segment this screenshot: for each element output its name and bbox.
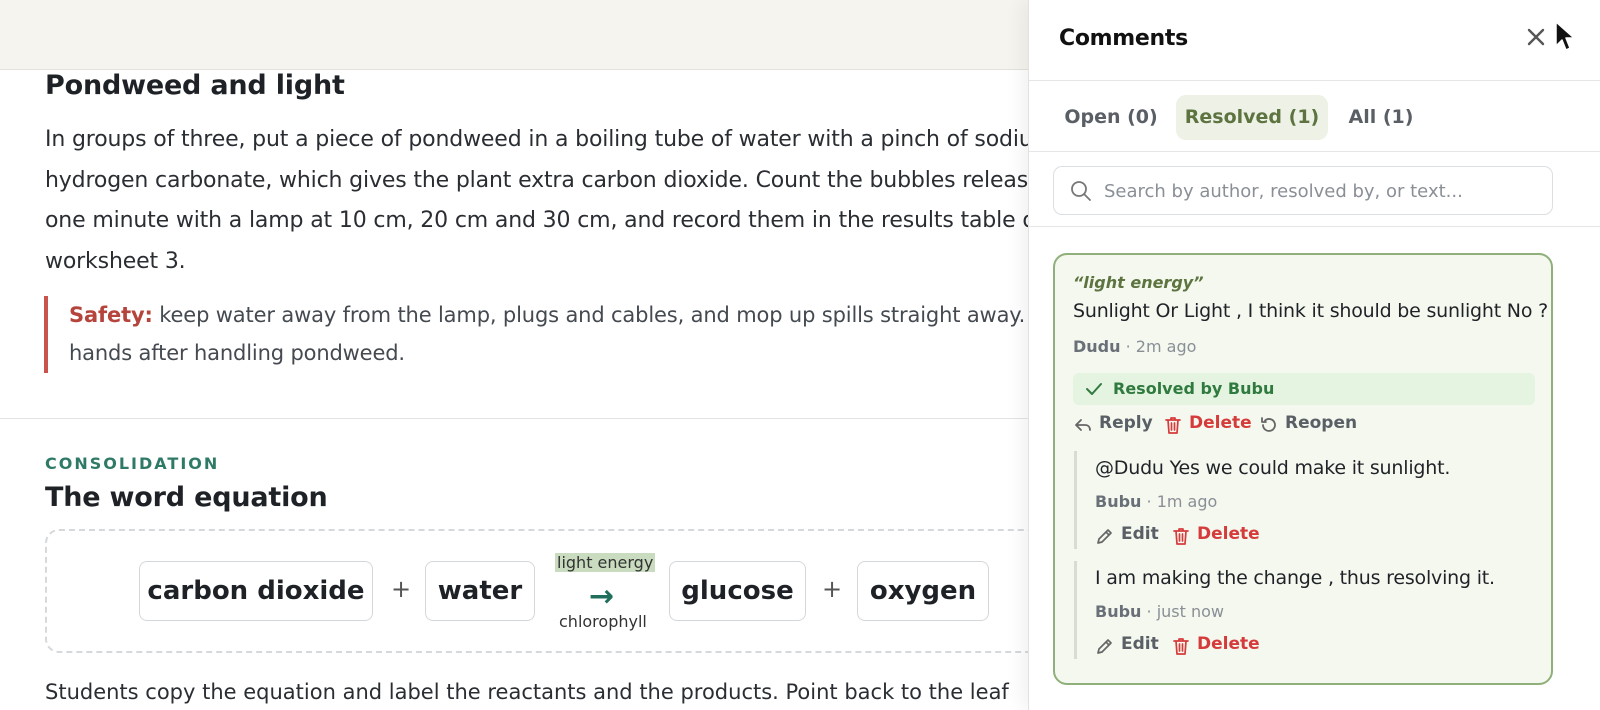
delete-label: Delete: [1189, 413, 1252, 433]
safety-text-line: keep water away from the lamp, plugs and…: [152, 303, 1050, 327]
reopen-button[interactable]: Reopen: [1259, 413, 1357, 437]
paragraph-line: one minute with a lamp at 10 cm, 20 cm a…: [45, 208, 1050, 233]
arrow-icon: →: [589, 579, 615, 614]
equation-plus: +: [391, 575, 412, 603]
delete-label: Delete: [1197, 524, 1260, 544]
resolved-badge: Resolved by Bubu: [1073, 373, 1535, 405]
comment-body: Sunlight Or Light , I think it should be…: [1073, 300, 1548, 322]
delete-button[interactable]: Delete: [1163, 413, 1252, 437]
pencil-icon: [1097, 529, 1112, 544]
safety-text-line: hands after handling pondweed.: [69, 341, 405, 365]
delete-button[interactable]: Delete: [1171, 524, 1260, 548]
comment-time: · 2m ago: [1125, 337, 1197, 356]
reply-body: I am making the change , thus resolving …: [1095, 567, 1495, 589]
section-divider: [0, 418, 1050, 419]
reply-body: @Dudu Yes we could make it sunlight.: [1095, 457, 1451, 479]
tabs-divider: [1029, 151, 1600, 152]
edit-button[interactable]: Edit: [1095, 634, 1161, 658]
close-icon: [1527, 28, 1545, 46]
reply-time: · just now: [1146, 602, 1224, 621]
paragraph-line: hydrogen carbonate, which gives the plan…: [45, 167, 1050, 193]
reply-time: · 1m ago: [1146, 492, 1218, 511]
search-icon: [1071, 181, 1091, 201]
highlighted-light-energy[interactable]: light energy: [555, 553, 656, 572]
equation-term: oxygen: [857, 561, 989, 621]
panel-title: Comments: [1059, 26, 1188, 51]
section-title-word-equation: The word equation: [45, 482, 328, 513]
equation-term: water: [425, 561, 535, 621]
pencil-icon: [1097, 639, 1112, 654]
panel-header-divider: [1029, 80, 1600, 81]
reply-meta: Bubu · just now: [1095, 602, 1224, 621]
arrow-condition-label: chlorophyll: [559, 612, 647, 631]
edit-button[interactable]: Edit: [1095, 524, 1161, 548]
document-content: Pondweed and light In groups of three, p…: [0, 70, 1050, 710]
reply-item: @Dudu Yes we could make it sunlight. Bub…: [1074, 451, 1537, 549]
comment-search: [1053, 166, 1553, 216]
delete-label: Delete: [1197, 634, 1260, 654]
section-title-pondweed: Pondweed and light: [45, 70, 345, 101]
document-toolbar: [0, 0, 1050, 70]
tab-resolved[interactable]: Resolved (1): [1176, 95, 1328, 140]
reply-icon: [1075, 419, 1091, 431]
reply-author: Bubu: [1095, 492, 1142, 511]
equation-plus: +: [822, 575, 843, 603]
trash-icon: [1173, 528, 1189, 545]
tab-all[interactable]: All (1): [1337, 95, 1425, 140]
reopen-icon: [1261, 417, 1276, 432]
close-button[interactable]: [1521, 22, 1551, 52]
equation-arrow: light energy → chlorophyll: [552, 551, 656, 631]
equation-term: glucose: [669, 561, 806, 621]
trash-icon: [1173, 638, 1189, 655]
comment-meta: Dudu · 2m ago: [1073, 337, 1196, 356]
tab-open[interactable]: Open (0): [1055, 95, 1167, 140]
search-divider: [1029, 226, 1600, 227]
paragraph-line: worksheet 3.: [45, 248, 186, 274]
reopen-label: Reopen: [1285, 413, 1358, 433]
instructions-paragraph: In groups of three, put a piece of pondw…: [45, 120, 1050, 282]
equation-term: carbon dioxide: [139, 561, 373, 621]
paragraph-line: In groups of three, put a piece of pondw…: [45, 127, 1050, 152]
delete-button[interactable]: Delete: [1171, 634, 1260, 658]
comments-panel: Comments Open (0) Resolved (1) All (1) “…: [1028, 0, 1600, 710]
reply-item: I am making the change , thus resolving …: [1074, 561, 1537, 659]
trash-icon: [1165, 417, 1181, 434]
safety-label: Safety:: [69, 303, 153, 327]
section-eyebrow: CONSOLIDATION: [45, 454, 220, 473]
edit-label: Edit: [1121, 634, 1159, 654]
resolved-text: Resolved by Bubu: [1113, 379, 1275, 398]
comment-thread[interactable]: “light energy” Sunlight Or Light , I thi…: [1053, 253, 1553, 685]
reply-meta: Bubu · 1m ago: [1095, 492, 1217, 511]
reply-label: Reply: [1099, 413, 1153, 433]
mouse-cursor-icon: [1555, 21, 1575, 51]
comment-author: Dudu: [1073, 337, 1121, 356]
reply-button[interactable]: Reply: [1073, 413, 1153, 437]
word-equation-box: carbon dioxide + water light energy → ch…: [45, 529, 1050, 653]
edit-label: Edit: [1121, 524, 1159, 544]
check-icon: [1086, 383, 1102, 395]
safety-callout: Safety: keep water away from the lamp, p…: [44, 296, 1050, 373]
search-input[interactable]: [1102, 167, 1546, 216]
instructions-text-cutoff: Students copy the equation and label the…: [45, 680, 1009, 704]
quoted-text: “light energy”: [1073, 273, 1204, 292]
reply-author: Bubu: [1095, 602, 1142, 621]
